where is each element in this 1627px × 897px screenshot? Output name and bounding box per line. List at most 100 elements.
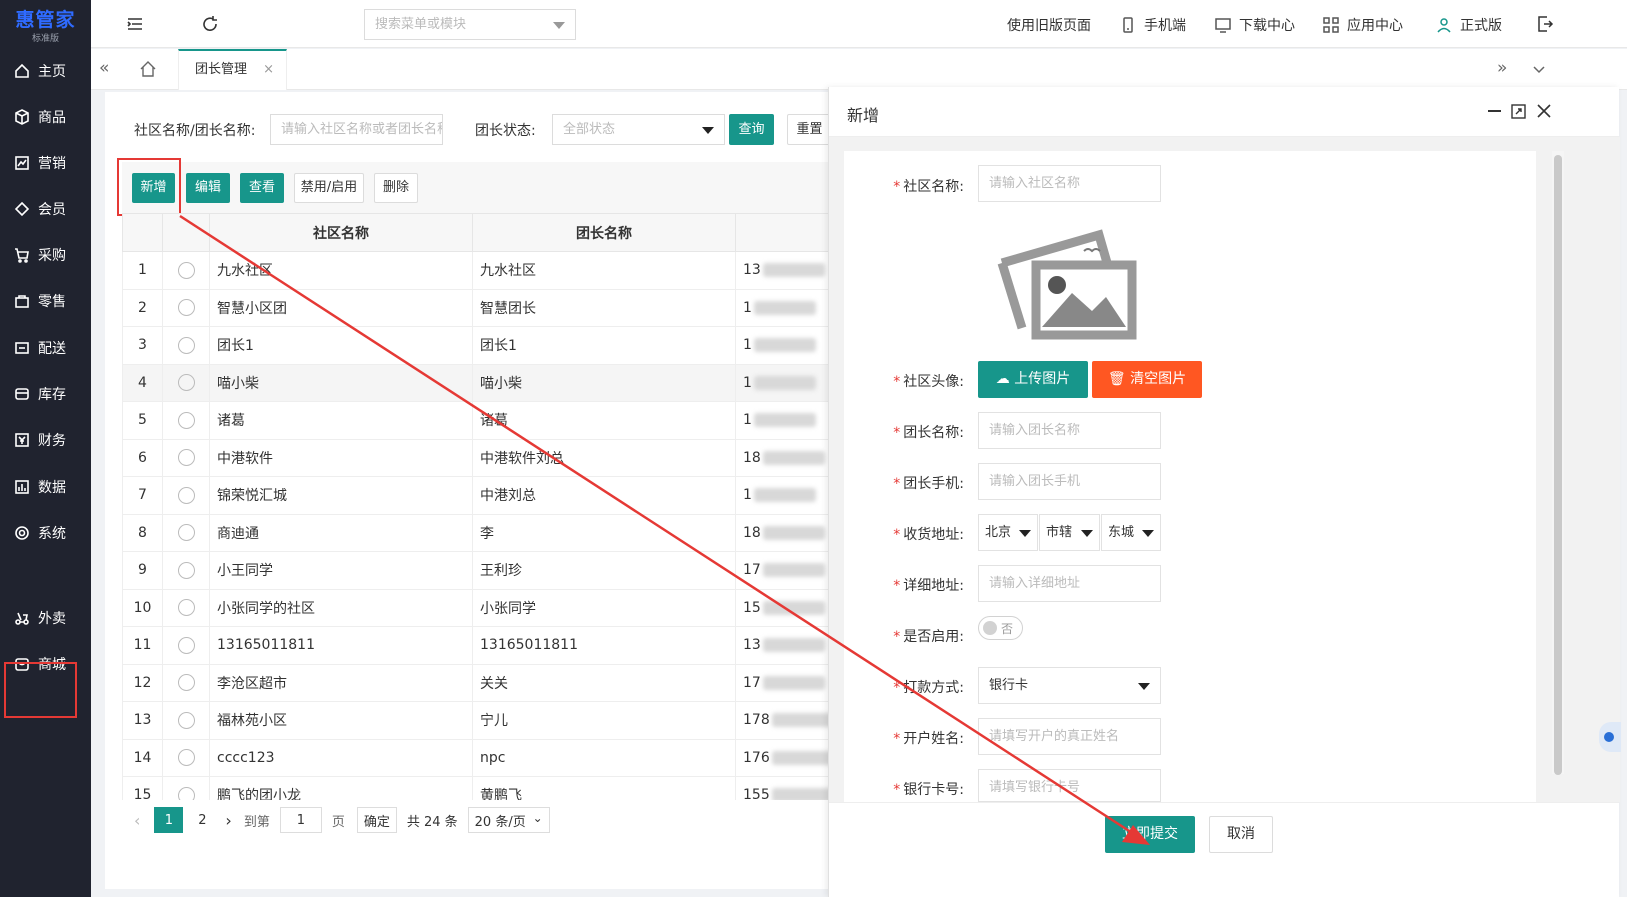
radio-circle[interactable] <box>177 336 195 354</box>
community-input[interactable]: 请输入社区名称 <box>978 165 1161 202</box>
chevron-down-icon[interactable] <box>1531 61 1547 77</box>
menu-fold-icon[interactable] <box>125 14 145 34</box>
table-row[interactable]: 11 13165011811 13165011811 13 <box>122 626 861 665</box>
radio-circle[interactable] <box>177 524 195 542</box>
sidebar-item-marketing[interactable]: 营销 <box>0 143 91 183</box>
download-center-link[interactable]: 下载中心 <box>1215 15 1295 35</box>
table-row[interactable]: 3 团长1 团长1 1 <box>122 326 861 365</box>
table-row[interactable]: 8 商迪通李 18 <box>122 513 861 552</box>
sidebar-item-data[interactable]: 数据 <box>0 467 91 507</box>
row-select-radio[interactable] <box>162 588 210 627</box>
reset-button[interactable]: 重置 <box>787 114 832 145</box>
sidebar-item-delivery[interactable]: 配送 <box>0 328 91 368</box>
row-select-radio[interactable] <box>162 551 210 590</box>
table-row[interactable]: 1 九水社区 九水社区 13 <box>122 251 861 290</box>
table-row[interactable]: 5 诸葛 诸葛 1 <box>122 401 861 440</box>
table-row[interactable]: 10 小张同学的社区 小张同学 15 <box>122 588 861 627</box>
mobile-link[interactable]: 手机端 <box>1120 15 1186 35</box>
radio-circle[interactable] <box>177 749 195 767</box>
row-select-radio[interactable] <box>162 701 210 740</box>
row-select-radio[interactable] <box>162 401 210 440</box>
province-select[interactable]: 北京 <box>978 514 1038 551</box>
refresh-icon[interactable] <box>200 14 220 34</box>
table-row[interactable]: 4 喵小柴 喵小柴 1 <box>122 363 861 402</box>
radio-circle[interactable] <box>177 411 195 429</box>
logo[interactable]: 惠管家 标准版 <box>0 0 91 48</box>
sidebar-item-takeout[interactable]: 外卖 <box>0 598 91 638</box>
row-select-radio[interactable] <box>162 288 210 327</box>
sidebar-item-home[interactable]: 主页 <box>0 51 91 91</box>
toggle-status-button[interactable]: 禁用/启用 <box>294 173 364 203</box>
page-size-select[interactable]: 20 条/页 ⌄ <box>467 807 550 833</box>
sidebar-item-member[interactable]: 会员 <box>0 189 91 229</box>
next-page-icon[interactable]: › <box>225 811 231 830</box>
leader-column-header[interactable]: 团长名称 <box>472 213 736 252</box>
account-name-input[interactable]: 请填写开户的真正姓名 <box>978 718 1161 755</box>
leader-name-input[interactable]: 请输入团长名称 <box>978 412 1161 449</box>
official-version-link[interactable]: 正式版 <box>1436 15 1502 35</box>
table-row[interactable]: 13 福林苑小区 宁儿 178 <box>122 701 861 740</box>
sidebar-item-system[interactable]: 系统 <box>0 513 91 553</box>
old-version-link[interactable]: 使用旧版页面 <box>1007 15 1091 35</box>
form-scrollbar[interactable] <box>1552 151 1564 775</box>
enabled-switch[interactable]: 否 <box>978 616 1023 640</box>
row-select-radio[interactable] <box>162 738 210 777</box>
table-row[interactable]: 7 锦荣悦汇城 中港刘总 1 <box>122 476 861 515</box>
close-icon[interactable]: × <box>263 51 274 89</box>
submit-button[interactable]: 立即提交 <box>1105 816 1195 853</box>
table-row[interactable]: 9 小王同学 王利珍 17 <box>122 551 861 590</box>
sidebar-item-retail[interactable]: 零售 <box>0 281 91 321</box>
cancel-button[interactable]: 取消 <box>1209 816 1273 853</box>
row-select-radio[interactable] <box>162 626 210 665</box>
logout-icon[interactable] <box>1536 15 1554 33</box>
menu-search-select[interactable]: 搜索菜单或模块 <box>364 9 576 40</box>
row-select-radio[interactable] <box>162 476 210 515</box>
city-select[interactable]: 市辖 <box>1039 514 1100 551</box>
app-center-link[interactable]: 应用中心 <box>1323 15 1403 35</box>
sidebar-item-finance[interactable]: 财务 <box>0 420 91 460</box>
floating-assistant-icon[interactable] <box>1599 722 1621 752</box>
radio-circle[interactable] <box>177 374 195 392</box>
radio-circle[interactable] <box>177 636 195 654</box>
home-tab-icon[interactable] <box>139 60 157 78</box>
radio-circle[interactable] <box>177 599 195 617</box>
row-select-radio[interactable] <box>162 438 210 477</box>
tabs-scroll-left-icon[interactable]: « <box>99 58 109 78</box>
edit-button[interactable]: 编辑 <box>186 173 230 203</box>
radio-circle[interactable] <box>177 561 195 579</box>
sidebar-item-purchase[interactable]: 采购 <box>0 235 91 275</box>
radio-circle[interactable] <box>177 711 195 729</box>
scrollbar-thumb[interactable] <box>1554 155 1562 775</box>
detail-address-input[interactable]: 请输入详细地址 <box>978 565 1161 602</box>
bank-card-input[interactable]: 请填写银行卡号 <box>978 769 1161 802</box>
radio-circle[interactable] <box>177 674 195 692</box>
maximize-icon[interactable] <box>1511 104 1526 119</box>
table-row[interactable]: 14 cccc123 npc 176 <box>122 738 861 777</box>
tab-leader-management[interactable]: 团长管理 × <box>178 49 287 90</box>
sidebar-item-inventory[interactable]: 库存 <box>0 374 91 414</box>
clear-image-button[interactable]: 🗑 清空图片 <box>1092 361 1202 398</box>
row-select-radio[interactable] <box>162 663 210 702</box>
view-button[interactable]: 查看 <box>240 173 284 203</box>
tabs-scroll-right-icon[interactable]: » <box>1497 58 1507 78</box>
delete-button[interactable]: 删除 <box>374 173 418 203</box>
upload-image-button[interactable]: ☁ 上传图片 <box>978 361 1088 398</box>
page-2-button[interactable]: 2 <box>189 807 215 833</box>
leader-phone-input[interactable]: 请输入团长手机 <box>978 463 1161 500</box>
close-icon[interactable] <box>1537 104 1551 118</box>
radio-circle[interactable] <box>177 449 195 467</box>
table-row[interactable]: 6 中港软件 中港软件刘总 18 <box>122 438 861 477</box>
radio-circle[interactable] <box>177 261 195 279</box>
row-select-radio[interactable] <box>162 251 210 290</box>
minimize-icon[interactable] <box>1488 110 1501 112</box>
row-select-radio[interactable] <box>162 513 210 552</box>
name-filter-input[interactable]: 请输入社区名称或者团长名称 <box>270 114 443 145</box>
goto-page-input[interactable]: 1 <box>279 807 322 833</box>
pay-method-select[interactable]: 银行卡 <box>978 667 1161 704</box>
row-select-radio[interactable] <box>162 363 210 402</box>
sidebar-item-goods[interactable]: 商品 <box>0 97 91 137</box>
table-row[interactable]: 2 智慧小区团 智慧团长 1 <box>122 288 861 327</box>
page-1-button[interactable]: 1 <box>154 807 184 833</box>
radio-circle[interactable] <box>177 299 195 317</box>
query-button[interactable]: 查询 <box>729 114 774 145</box>
